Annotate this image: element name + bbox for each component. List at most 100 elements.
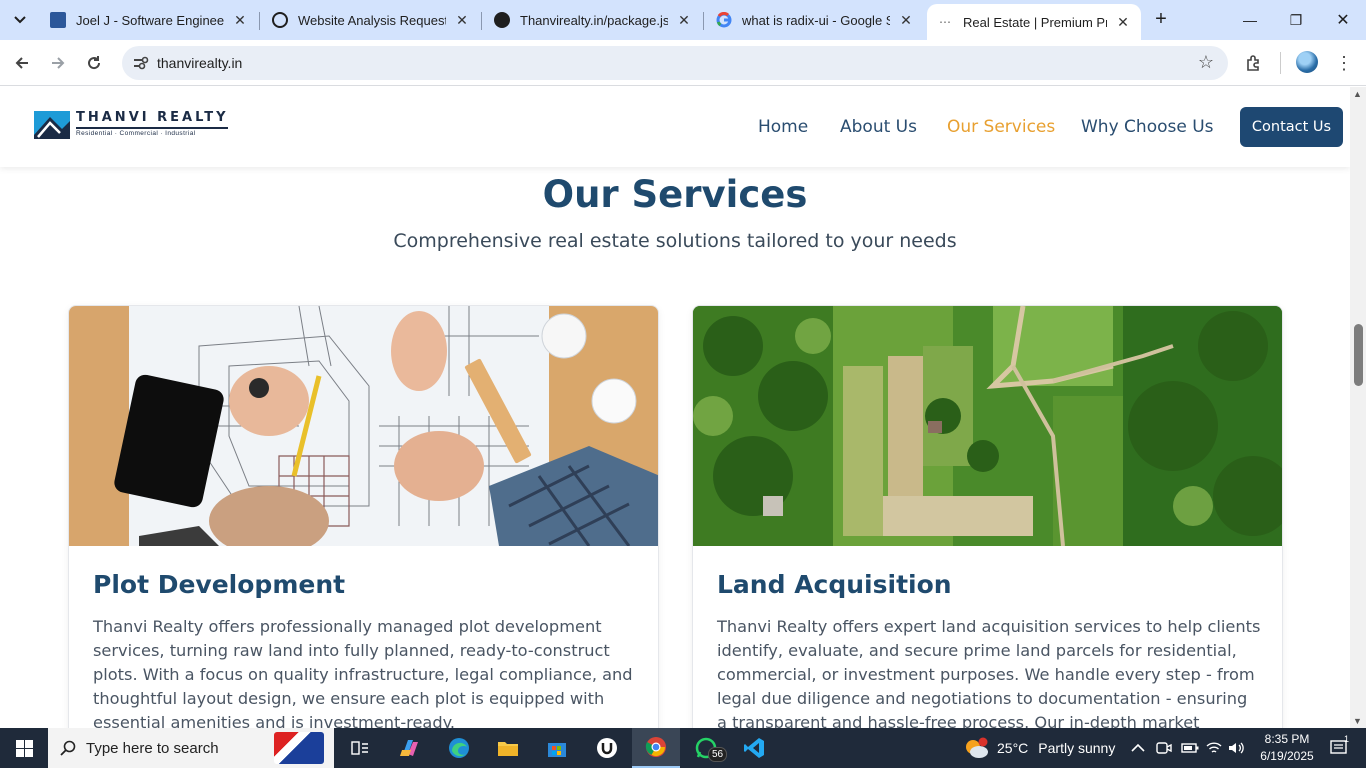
whatsapp-app[interactable]: 56 <box>682 728 730 768</box>
arrow-left-icon <box>15 57 28 69</box>
land-acquisition-title: Land Acquisition <box>717 570 952 599</box>
plot-development-image <box>69 306 658 546</box>
toolbar-divider <box>1280 52 1281 74</box>
bookmark-star-icon[interactable]: ☆ <box>1198 52 1214 73</box>
contact-us-button[interactable]: Contact Us <box>1240 107 1343 147</box>
weather-temp: 25°C <box>997 740 1029 756</box>
u-app[interactable] <box>583 728 631 768</box>
restore-button[interactable]: ❐ <box>1273 0 1319 40</box>
tab-github-package[interactable]: Thanvirealty.in/package.json ✕ <box>484 4 702 36</box>
close-icon[interactable]: ✕ <box>676 12 692 29</box>
volume-icon[interactable] <box>1228 728 1246 768</box>
nav-our-services[interactable]: Our Services <box>947 117 1055 137</box>
nav-why-choose-us[interactable]: Why Choose Us <box>1081 117 1214 137</box>
scroll-down-arrow-icon[interactable]: ▼ <box>1353 716 1362 726</box>
taskbar-search[interactable]: Type here to search <box>48 728 334 768</box>
loading-icon: ⋯ <box>939 15 951 29</box>
edge-app[interactable] <box>435 728 483 768</box>
chrome-icon <box>645 737 666 757</box>
extensions-button[interactable] <box>1240 49 1268 77</box>
copilot-app[interactable] <box>386 728 434 768</box>
close-icon[interactable]: ✕ <box>1115 14 1131 31</box>
vscode-icon <box>744 738 764 758</box>
url-text[interactable]: thanvirealty.in <box>157 55 242 71</box>
battery-icon[interactable] <box>1181 728 1199 768</box>
chevron-down-icon <box>14 16 26 24</box>
section-title: Our Services <box>542 173 808 216</box>
arrow-right-icon <box>52 57 65 69</box>
profile-avatar[interactable] <box>1296 51 1318 73</box>
service-card-land-acquisition[interactable]: Land Acquisition Thanvi Realty offers ex… <box>692 305 1283 728</box>
task-view-button[interactable] <box>336 728 384 768</box>
google-icon <box>716 12 732 28</box>
notification-count: 1 <box>1344 734 1350 744</box>
chrome-app[interactable] <box>632 728 680 768</box>
u-circle-icon <box>597 738 617 758</box>
chrome-menu-button[interactable]: ⋮ <box>1330 49 1358 77</box>
address-bar[interactable]: thanvirealty.in ☆ <box>122 46 1228 80</box>
close-icon[interactable]: ✕ <box>898 12 914 29</box>
tab-website-analysis[interactable]: Website Analysis Request ✕ <box>262 4 480 36</box>
chatgpt-icon <box>272 12 288 28</box>
site-header: THANVI REALTY Residential · Commercial ·… <box>0 87 1350 167</box>
microsoft-store-app[interactable] <box>533 728 581 768</box>
windows-logo-icon <box>15 739 33 757</box>
window-close-button[interactable]: ✕ <box>1320 0 1366 40</box>
edge-icon <box>449 738 469 758</box>
new-tab-button[interactable]: + <box>1150 8 1172 32</box>
start-button[interactable] <box>0 728 48 768</box>
logo-house-icon <box>32 105 72 141</box>
clock-date: 6/19/2025 <box>1260 749 1314 763</box>
nav-about-us[interactable]: About Us <box>840 117 917 137</box>
scroll-thumb[interactable] <box>1354 324 1363 386</box>
folder-icon <box>498 742 518 756</box>
partly-sunny-icon <box>966 737 988 758</box>
service-card-plot-development[interactable]: Plot Development Thanvi Realty offers pr… <box>68 305 659 728</box>
page-viewport: THANVI REALTY Residential · Commercial ·… <box>0 87 1350 728</box>
forward-button[interactable] <box>44 49 72 77</box>
minimize-button[interactable]: — <box>1227 0 1273 40</box>
search-icon <box>60 740 76 756</box>
site-info-icon[interactable] <box>132 54 150 72</box>
windows-taskbar: Type here to search 56 25°C Partly sunny <box>0 728 1366 768</box>
tab-separator <box>703 12 704 30</box>
file-explorer-app[interactable] <box>484 728 532 768</box>
close-icon[interactable]: ✕ <box>232 12 248 29</box>
weather-text: Partly sunny <box>1038 740 1116 756</box>
nav-home[interactable]: Home <box>758 117 808 137</box>
browser-toolbar: thanvirealty.in ☆ ⋮ <box>0 40 1366 86</box>
meet-now-icon[interactable] <box>1156 728 1172 768</box>
logo-tagline: Residential · Commercial · Industrial <box>76 126 229 137</box>
puzzle-icon <box>1247 55 1259 71</box>
tab-strip: Joel J - Software Engineer ✕ Website Ana… <box>0 0 1366 40</box>
reload-icon <box>88 56 101 70</box>
tab-real-estate[interactable]: ⋯ Real Estate | Premium Properties ✕ <box>927 4 1141 40</box>
tab-joel[interactable]: Joel J - Software Engineer ✕ <box>40 4 258 36</box>
store-icon <box>548 743 566 757</box>
search-placeholder: Type here to search <box>86 739 219 757</box>
close-icon[interactable]: ✕ <box>454 12 470 29</box>
whatsapp-badge: 56 <box>708 747 728 762</box>
logo-name: THANVI REALTY <box>76 109 229 125</box>
scroll-up-arrow-icon[interactable]: ▲ <box>1353 89 1362 99</box>
notification-center-button[interactable]: 1 <box>1324 728 1354 768</box>
land-acquisition-text: Thanvi Realty offers expert land acquisi… <box>717 617 1261 728</box>
copilot-icon <box>400 740 418 756</box>
tab-separator <box>481 12 482 30</box>
wifi-icon[interactable] <box>1206 728 1222 768</box>
tab-google-search[interactable]: what is radix-ui - Google Search ✕ <box>706 4 924 36</box>
chevron-up-icon <box>1131 743 1145 752</box>
reload-button[interactable] <box>80 49 108 77</box>
show-hidden-icons[interactable] <box>1131 728 1145 768</box>
tab-separator <box>259 12 260 30</box>
page-scrollbar[interactable]: ▲ ▼ <box>1350 87 1366 728</box>
document-icon <box>50 12 66 28</box>
land-acquisition-image <box>693 306 1282 546</box>
plot-development-text: Thanvi Realty offers professionally mana… <box>93 617 633 728</box>
system-clock[interactable]: 8:35 PM 6/19/2025 <box>1252 731 1322 765</box>
weather-widget[interactable]: 25°C Partly sunny <box>963 728 1115 768</box>
tab-search-button[interactable] <box>8 6 32 34</box>
site-logo[interactable]: THANVI REALTY Residential · Commercial ·… <box>32 105 229 141</box>
back-button[interactable] <box>8 49 36 77</box>
vscode-app[interactable] <box>730 728 778 768</box>
